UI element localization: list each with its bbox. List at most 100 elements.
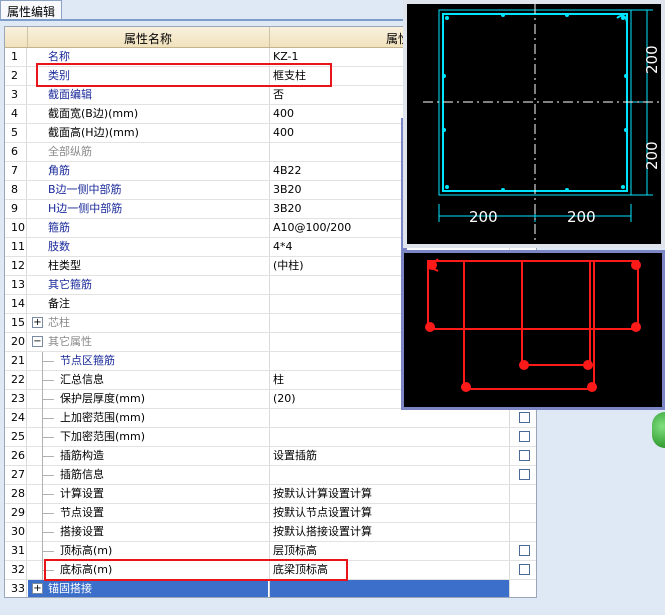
attach-cell (509, 504, 536, 522)
dim-bottom-2: 200 (567, 208, 596, 226)
property-value[interactable]: 设置插筋 (269, 447, 509, 465)
property-value[interactable] (269, 409, 509, 427)
property-name[interactable]: 上加密范围(mm) (28, 409, 268, 428)
table-row[interactable]: 24 上加密范围(mm) (5, 409, 536, 428)
row-number: 6 (5, 143, 27, 161)
property-name[interactable]: 节点设置 (28, 504, 268, 523)
property-name[interactable]: 其它箍筋 (28, 276, 268, 294)
property-name-label: 计算设置 (60, 487, 104, 500)
row-number: 8 (5, 181, 27, 199)
property-value[interactable]: 层顶标高 (269, 542, 509, 560)
table-row[interactable]: 25 下加密范围(mm) (5, 428, 536, 447)
property-name[interactable]: 截面高(H边)(mm) (28, 124, 268, 142)
property-name[interactable]: B边一侧中部筋 (28, 181, 268, 199)
dim-bottom-1: 200 (469, 208, 498, 226)
table-row[interactable]: 28 计算设置 按默认计算设置计算 (5, 485, 536, 504)
tree-branch (42, 475, 54, 476)
attach-cell (509, 542, 536, 560)
property-name[interactable]: 肢数 (28, 238, 268, 256)
header-name-column[interactable]: 属性名称 (28, 30, 268, 47)
property-name[interactable]: 搭接设置 (28, 523, 268, 542)
attach-cell (509, 447, 536, 465)
row-number: 2 (5, 67, 27, 85)
property-name[interactable]: 插筋构造 (28, 447, 268, 466)
tree-branch (42, 418, 54, 419)
property-value[interactable] (269, 466, 509, 484)
tree-branch (42, 361, 54, 362)
table-row[interactable]: 29 节点设置 按默认节点设置计算 (5, 504, 536, 523)
property-name[interactable]: 截面编辑 (28, 86, 268, 104)
attach-checkbox[interactable] (519, 412, 530, 423)
expand-icon[interactable]: + (32, 317, 43, 328)
row-number: 7 (5, 162, 27, 180)
tree-branch (42, 551, 54, 552)
column-section-preview[interactable]: 200 200 200 200 (403, 0, 665, 248)
dim-right-1: 200 (643, 45, 661, 74)
tree-branch (42, 380, 54, 381)
table-row[interactable]: 30 搭接设置 按默认搭接设置计算 (5, 523, 536, 542)
highlight-box-row-bottom-elevation (44, 559, 348, 581)
collapse-icon[interactable]: − (32, 336, 43, 347)
property-name-label: 截面高(H边)(mm) (48, 126, 139, 139)
property-name[interactable]: 箍筋 (28, 219, 268, 237)
property-name-label: 肢数 (48, 240, 70, 253)
property-name[interactable]: + 芯柱 (28, 314, 268, 332)
help-orb-icon[interactable] (652, 412, 665, 448)
property-name[interactable]: 计算设置 (28, 485, 268, 504)
panel-tab-property-edit[interactable]: 属性编辑 (0, 0, 62, 19)
property-value[interactable]: 按默认计算设置计算 (269, 485, 509, 503)
expand-icon[interactable]: + (32, 583, 43, 594)
property-name[interactable]: 柱类型 (28, 257, 268, 275)
stirrup-preview[interactable] (401, 250, 665, 410)
table-row[interactable]: 26 插筋构造 设置插筋 (5, 447, 536, 466)
property-name-label: 汇总信息 (60, 373, 104, 386)
property-name-label: 搭接设置 (60, 525, 104, 538)
property-name[interactable]: 角筋 (28, 162, 268, 180)
table-row[interactable]: 27 插筋信息 (5, 466, 536, 485)
property-name[interactable]: − 其它属性 (28, 333, 268, 351)
property-name-label: 插筋信息 (60, 468, 104, 481)
row-number: 21 (5, 352, 27, 370)
attach-checkbox[interactable] (519, 431, 530, 442)
property-name[interactable]: 全部纵筋 (28, 143, 268, 161)
attach-cell (509, 523, 536, 541)
property-name-label: 节点区箍筋 (60, 354, 115, 367)
property-name[interactable]: 节点区箍筋 (28, 352, 268, 371)
property-value[interactable] (269, 428, 509, 446)
row-number: 3 (5, 86, 27, 104)
stirrup-outer (427, 260, 639, 330)
property-name[interactable]: 汇总信息 (28, 371, 268, 390)
property-name-label: 保护层厚度(mm) (60, 392, 146, 405)
attach-checkbox[interactable] (519, 545, 530, 556)
property-name[interactable]: 插筋信息 (28, 466, 268, 485)
property-name[interactable]: 下加密范围(mm) (28, 428, 268, 447)
property-name-label: 上加密范围(mm) (60, 411, 146, 424)
row-number: 5 (5, 124, 27, 142)
property-value[interactable]: 按默认节点设置计算 (269, 504, 509, 522)
property-name[interactable]: 保护层厚度(mm) (28, 390, 268, 409)
row-number: 15 (5, 314, 27, 332)
section-drawing: 200 200 200 200 (423, 4, 661, 244)
stirrup-drawing (425, 258, 641, 392)
property-name[interactable]: 截面宽(B边)(mm) (28, 105, 268, 123)
attach-checkbox[interactable] (519, 450, 530, 461)
property-name[interactable]: 顶标高(m) (28, 542, 268, 561)
attach-checkbox[interactable] (519, 564, 530, 575)
row-number: 33 (5, 580, 27, 597)
row-number: 13 (5, 276, 27, 294)
property-name-label: 顶标高(m) (60, 544, 113, 557)
property-name-label: 截面宽(B边)(mm) (48, 107, 139, 120)
row-number: 1 (5, 48, 27, 66)
attach-checkbox[interactable] (519, 469, 530, 480)
row-number: 29 (5, 504, 27, 522)
row-number: 9 (5, 200, 27, 218)
property-name-label: 插筋构造 (60, 449, 104, 462)
property-name[interactable]: H边一侧中部筋 (28, 200, 268, 218)
property-value[interactable] (269, 580, 509, 597)
property-name-label: 锚固搭接 (48, 582, 92, 595)
property-name[interactable]: + 锚固搭接 (28, 580, 268, 597)
table-row[interactable]: 33 + 锚固搭接 (5, 580, 536, 597)
property-value[interactable]: 按默认搭接设置计算 (269, 523, 509, 541)
attach-cell (509, 580, 536, 597)
property-name[interactable]: 备注 (28, 295, 268, 313)
